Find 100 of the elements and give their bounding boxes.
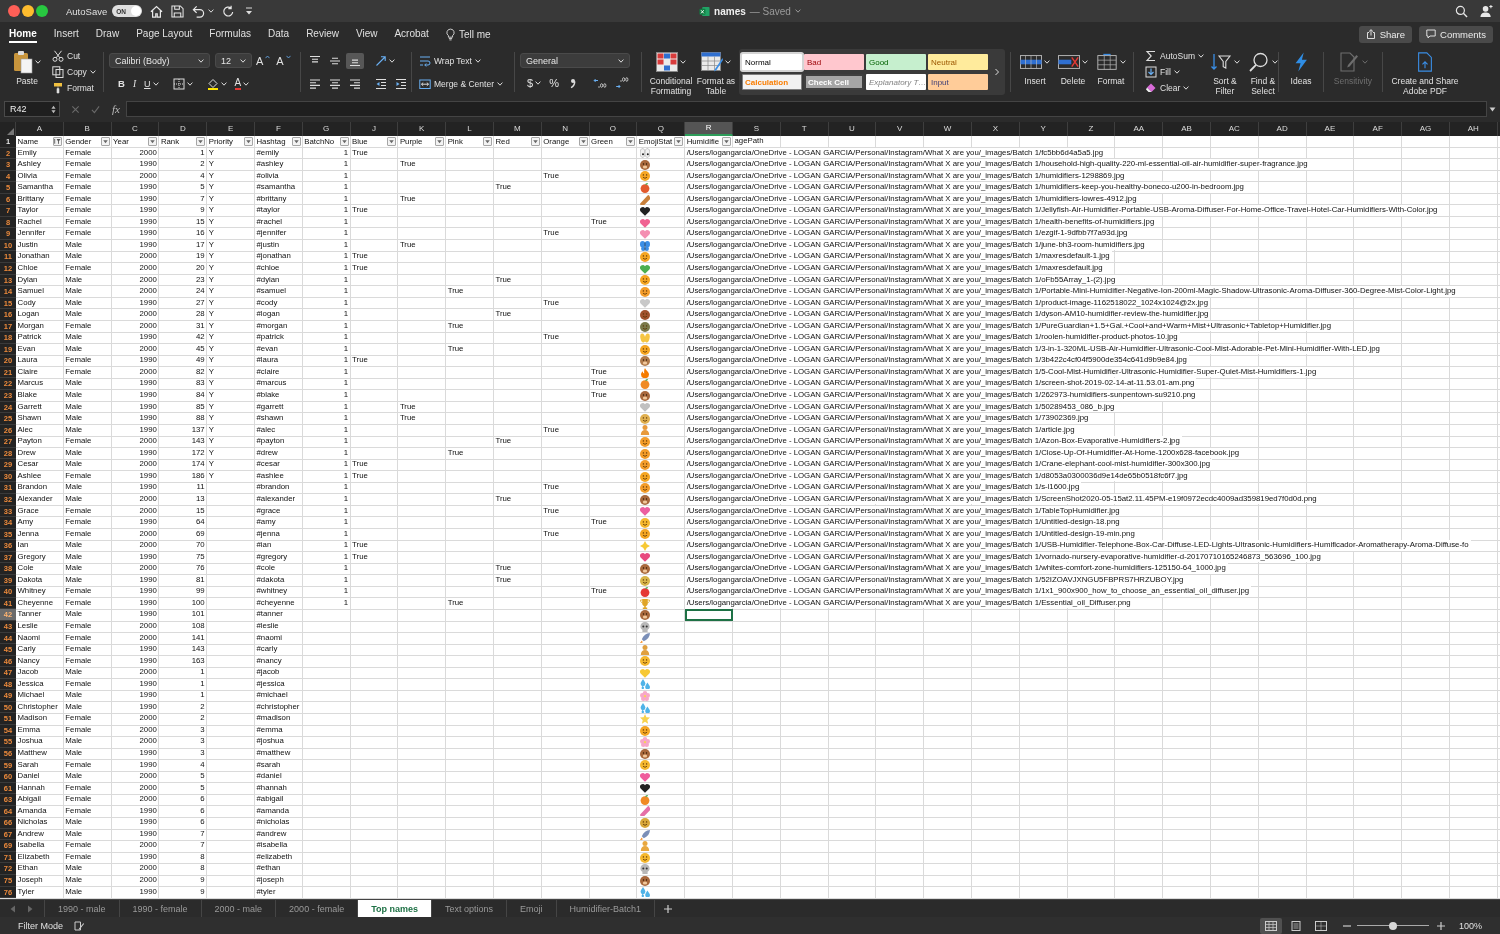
caret-icon[interactable] [794,9,801,13]
borders-icon [172,77,185,90]
document-title: names [714,5,746,17]
italic-button[interactable]: I [129,75,140,92]
format-painter-button[interactable]: Format [50,80,98,96]
wrap-text-button[interactable]: Wrap Text [417,52,509,69]
cell-style[interactable]: Normal [742,54,802,70]
sort-filter-button[interactable]: Sort & Filter [1205,46,1244,98]
format-cells-button[interactable]: Format [1092,46,1130,98]
currency-button[interactable]: $ [524,75,545,91]
tell-me-button[interactable]: Tell me [445,27,491,41]
cell-style[interactable]: Good [866,54,926,70]
filter-button[interactable] [626,137,636,147]
person-icon[interactable] [1480,4,1493,18]
customize-toolbar-icon[interactable] [245,6,254,16]
insert-cells-button[interactable]: Insert [1016,46,1054,98]
cell-style[interactable]: Bad [804,54,864,70]
filter-button[interactable] [721,137,731,147]
ribbon-tab[interactable]: Insert [53,25,79,43]
undo-icon[interactable] [192,4,206,18]
save-status[interactable]: — Saved [749,5,791,17]
copy-button[interactable]: Copy [50,64,98,80]
document-pen-icon[interactable] [74,920,84,931]
caret-up-icon [265,54,271,59]
scissors-icon [52,50,64,62]
ribbon-tab[interactable]: Home [9,25,37,43]
stepper-icon [51,104,56,114]
percent-button[interactable]: % [546,75,562,91]
chevron-right-icon [993,68,1001,76]
filter-button[interactable] [196,137,206,147]
filter-button[interactable] [435,137,445,147]
filter-button[interactable] [387,137,397,147]
comments-button[interactable]: Comments [1419,25,1493,43]
selected-cell[interactable] [685,609,733,621]
paste-button[interactable]: Paste [8,46,46,98]
font-size-dropdown[interactable]: 12 [215,53,252,68]
expand-icon[interactable] [1489,106,1496,112]
ribbon-tab[interactable]: Page Layout [136,25,193,43]
font-color-button[interactable]: A [231,75,253,92]
align-bottom-button[interactable] [346,52,364,69]
ribbon-tab[interactable]: Data [268,25,290,43]
caret-icon [1183,86,1190,90]
underline-button[interactable]: U [141,75,162,92]
filter-button[interactable] [482,137,492,147]
ribbon-tab[interactable]: Draw [95,25,120,43]
zoom-slider[interactable] [1356,921,1429,930]
delete-cells-button[interactable]: Delete [1054,46,1092,98]
cell-style[interactable]: Explanatory T… [866,74,926,90]
filter-button[interactable] [244,137,253,147]
conditional-formatting-button[interactable]: Conditional Formatting [647,46,695,98]
filter-button[interactable] [100,137,110,147]
cell-style[interactable]: Input [928,74,988,90]
increase-font-size-button[interactable]: A [254,52,273,69]
save-icon[interactable] [171,4,185,18]
filter-button[interactable] [148,137,158,147]
zoom-button[interactable] [36,5,48,17]
share-button[interactable]: Share [1358,25,1413,43]
ribbon-tab[interactable]: Acrobat [394,25,429,43]
search-icon[interactable] [1455,4,1468,18]
number-format-dropdown[interactable]: General [520,53,630,68]
find-select-button[interactable]: Find & Select [1243,46,1282,98]
filter-button[interactable] [291,137,301,147]
cut-button[interactable]: Cut [50,48,98,64]
merge-center-button[interactable]: Merge & Center [417,75,509,92]
cell-style[interactable]: Neutral [928,54,988,70]
home-icon[interactable] [150,4,164,18]
normal-view-button[interactable] [1259,917,1282,934]
minimize-button[interactable] [22,5,34,17]
clear-button[interactable]: Clear [1143,80,1206,96]
ribbon-tab[interactable]: Formulas [209,25,251,43]
scroll-right-icon[interactable] [27,904,33,913]
insert-function-button[interactable]: fx [112,103,120,115]
zoom-slider-thumb[interactable] [1388,921,1397,930]
formula-input[interactable] [125,101,1487,117]
format-as-table-button[interactable]: Format as Table [695,46,737,98]
column-header[interactable]: R [685,122,733,136]
spreadsheet-file-icon [699,5,711,17]
close-button[interactable] [8,5,20,17]
zoom-in-icon[interactable] [1436,921,1445,930]
fill-button[interactable]: Fill [1143,64,1206,80]
filter-button[interactable] [339,137,349,147]
sheet-tab[interactable]: Top names [358,900,432,917]
filter-button[interactable] [52,137,62,147]
ribbon-tab[interactable]: Review [306,25,339,43]
caret-icon [1197,54,1204,58]
name-box[interactable]: R42 [4,101,60,117]
autosum-button[interactable]: AutoSum [1143,48,1206,64]
decrease-font-size-button[interactable]: A [274,52,293,69]
caret-icon [628,140,634,144]
ribbon-tab[interactable]: View [355,25,378,43]
filter-button[interactable] [674,137,684,147]
filter-button[interactable] [530,137,540,147]
scroll-left-icon[interactable] [10,904,16,913]
filter-button[interactable] [578,137,588,147]
ideas-button[interactable]: Ideas [1284,46,1318,98]
redo-icon[interactable] [222,4,236,18]
pdf-button[interactable]: Create and Share Adobe PDF [1388,46,1462,98]
font-name-dropdown[interactable]: Calibri (Body) [109,53,210,68]
bold-button[interactable]: B [115,75,128,92]
caret-icon [437,140,443,144]
